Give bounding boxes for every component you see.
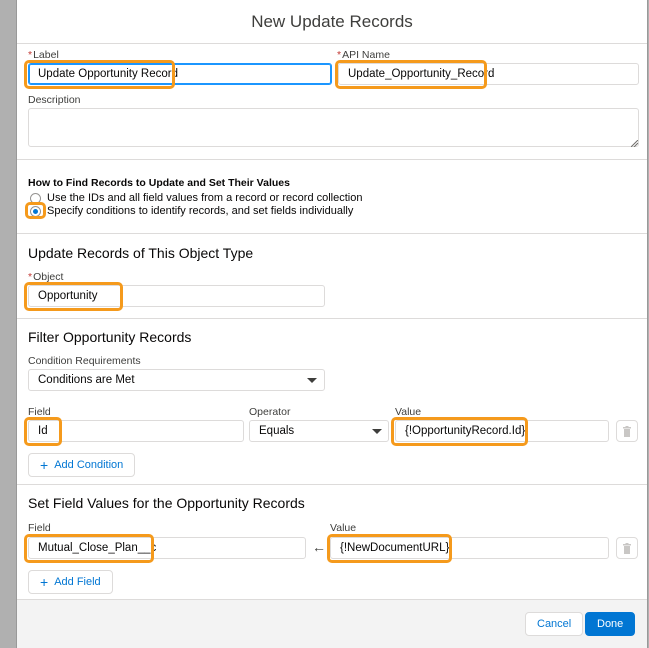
set-field-input[interactable]: Mutual_Close_Plan__c <box>28 537 306 559</box>
update-records-modal: New Update Records *Label Update Opportu… <box>16 0 648 648</box>
filter-field-input[interactable]: Id <box>28 420 244 442</box>
object-input[interactable]: Opportunity <box>28 285 325 307</box>
set-fields-section-title: Set Field Values for the Opportunity Rec… <box>28 495 305 511</box>
section-divider <box>17 318 647 319</box>
condition-requirements-select[interactable]: Conditions are Met <box>28 369 325 391</box>
done-button[interactable]: Done <box>585 612 636 636</box>
object-section-title: Update Records of This Object Type <box>28 245 254 261</box>
trash-icon <box>623 542 631 554</box>
cancel-button[interactable]: Cancel <box>525 612 584 636</box>
filter-field-label: Field <box>28 406 51 418</box>
radio-button[interactable] <box>30 192 41 204</box>
set-field-label: Field <box>28 522 51 534</box>
trash-icon <box>623 425 631 437</box>
delete-field-button[interactable] <box>616 537 638 559</box>
chevron-down-icon <box>372 429 382 434</box>
section-divider <box>17 159 647 160</box>
how-to-find-heading: How to Find Records to Update and Set Th… <box>28 177 290 189</box>
label-field-label: *Label <box>28 49 59 61</box>
label-input[interactable]: Update Opportunity Record <box>28 63 332 85</box>
filter-operator-label: Operator <box>249 406 291 418</box>
arrow-left-icon: ← <box>312 539 326 555</box>
chevron-down-icon <box>307 378 317 383</box>
condition-requirements-label: Condition Requirements <box>28 355 141 367</box>
radio-option-use-ids[interactable]: Use the IDs and all field values from a … <box>30 192 362 204</box>
api-name-field-label: *API Name <box>337 49 390 61</box>
radio-option-specify-conditions[interactable]: Specify conditions to identify records, … <box>30 205 353 217</box>
filter-section-title: Filter Opportunity Records <box>28 329 192 345</box>
modal-header: New Update Records <box>17 0 647 44</box>
api-name-input[interactable]: Update_Opportunity_Record <box>338 63 639 85</box>
object-field-label: *Object <box>28 271 64 283</box>
section-divider <box>17 484 647 485</box>
filter-value-label: Value <box>395 406 422 418</box>
plus-icon: + <box>40 574 49 590</box>
section-divider <box>17 233 647 234</box>
set-value-input[interactable]: {!NewDocumentURL} <box>330 537 609 559</box>
modal-title: New Update Records <box>251 11 413 31</box>
delete-condition-button[interactable] <box>616 420 638 442</box>
modal-footer: Cancel Done <box>17 599 647 648</box>
add-field-button[interactable]: + Add Field <box>28 570 113 594</box>
filter-operator-select[interactable]: Equals <box>249 420 389 442</box>
set-value-label: Value <box>330 522 357 534</box>
radio-button-selected[interactable] <box>30 205 41 217</box>
plus-icon: + <box>40 457 49 473</box>
add-condition-button[interactable]: + Add Condition <box>28 453 136 477</box>
description-textarea[interactable] <box>28 108 639 147</box>
description-field-label: Description <box>28 94 81 106</box>
resize-handle-icon[interactable] <box>631 140 638 147</box>
filter-value-input[interactable]: {!OpportunityRecord.Id} <box>395 420 609 442</box>
